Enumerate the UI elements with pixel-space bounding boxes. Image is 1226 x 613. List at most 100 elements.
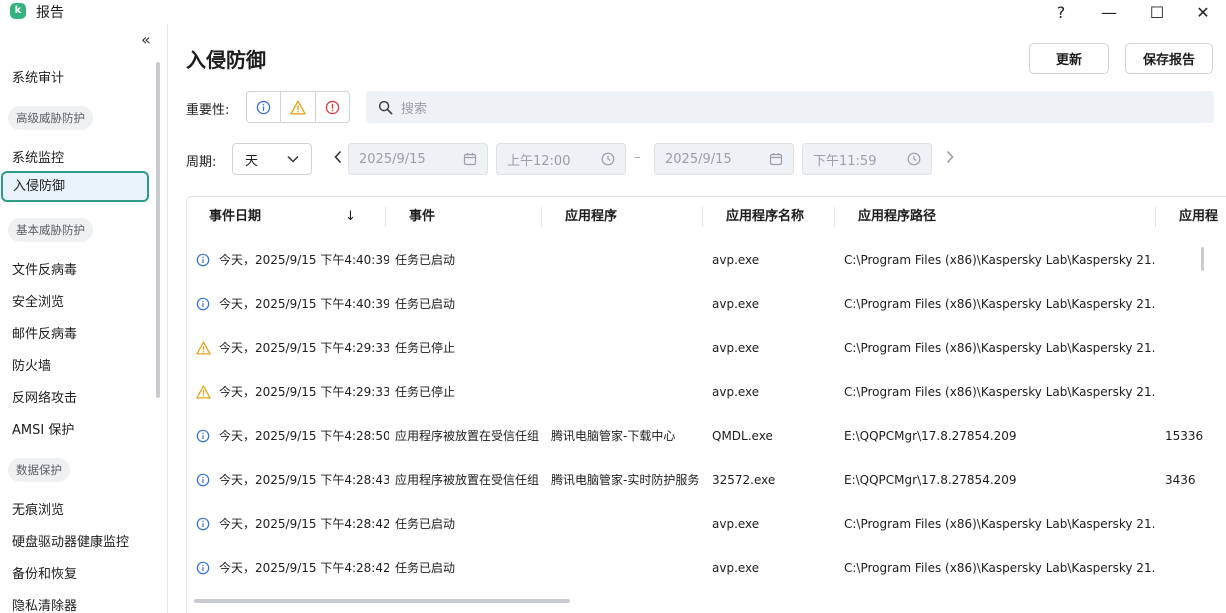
- sidebar-item-system-audit[interactable]: 系统审计: [12, 67, 64, 86]
- sort-descending-icon[interactable]: ↓: [345, 197, 356, 237]
- sidebar-group-data-protection: 数据保护: [8, 458, 70, 482]
- sidebar-item-firewall[interactable]: 防火墙: [12, 355, 51, 374]
- cell-application: [551, 370, 707, 414]
- cell-app-extra: [1165, 326, 1225, 370]
- chevron-down-icon: [287, 155, 299, 163]
- events-table: 事件日期 ↓ 事件 应用程序 应用程序名称 应用程序路径 应用程 今天，2025…: [186, 196, 1226, 613]
- cell-app-extra: [1165, 502, 1225, 546]
- time-from-field[interactable]: 上午12:00: [496, 143, 626, 175]
- column-divider[interactable]: [834, 207, 835, 227]
- column-header-app-name[interactable]: 应用程序名称: [726, 197, 804, 237]
- cell-app-name: avp.exe: [712, 385, 760, 399]
- cell-app-name: avp.exe: [712, 253, 760, 267]
- sidebar-item-backup-restore[interactable]: 备份和恢复: [12, 563, 77, 582]
- cell-app-name: avp.exe: [712, 297, 760, 311]
- cell-application: [551, 238, 707, 282]
- column-divider[interactable]: [541, 207, 542, 227]
- warning-icon: [196, 341, 211, 355]
- cell-event-date: 今天，2025/9/15 下午4:29:33: [219, 385, 389, 399]
- column-divider[interactable]: [1155, 207, 1156, 227]
- cell-event-date: 今天，2025/9/15 下午4:28:42: [219, 517, 389, 531]
- table-row[interactable]: 今天，2025/9/15 下午4:40:39 任务已启动 avp.exe C:\Pro…: [187, 238, 1226, 282]
- sidebar-item-safe-browsing[interactable]: 安全浏览: [12, 291, 64, 310]
- time-to-field[interactable]: 下午11:59: [802, 143, 932, 175]
- importance-filter: [246, 91, 350, 123]
- info-icon: [196, 517, 210, 531]
- cell-event: 任务已停止: [395, 341, 456, 355]
- sidebar-item-mail-antivirus[interactable]: 邮件反病毒: [12, 323, 77, 342]
- table-row[interactable]: 今天，2025/9/15 下午4:40:39 任务已启动 avp.exe C:\Pro…: [187, 282, 1226, 326]
- cell-application: 腾讯电脑管家-实时防护服务: [551, 473, 700, 487]
- chevron-right-icon: [946, 150, 954, 164]
- sidebar-item-privacy-cleaner[interactable]: 隐私清除器: [12, 595, 77, 613]
- table-vertical-scrollbar[interactable]: [1201, 247, 1204, 271]
- sidebar-item-file-antivirus[interactable]: 文件反病毒: [12, 259, 77, 278]
- sidebar-item-intrusion-prevention[interactable]: 入侵防御: [1, 171, 149, 202]
- sidebar-item-amsi[interactable]: AMSI 保护: [12, 419, 74, 438]
- previous-period-button[interactable]: [333, 150, 343, 168]
- cell-application: [551, 326, 707, 370]
- column-header-application[interactable]: 应用程序: [565, 197, 617, 237]
- table-row[interactable]: 今天，2025/9/15 下午4:29:33 任务已停止 avp.exe C:\Pro…: [187, 326, 1226, 370]
- time-from-value: 上午12:00: [507, 153, 571, 169]
- cell-event: 任务已启动: [395, 253, 456, 267]
- calendar-icon: [463, 153, 477, 166]
- minimize-button[interactable]: —: [1086, 0, 1132, 24]
- column-header-event-date[interactable]: 事件日期: [209, 197, 261, 237]
- importance-info-toggle[interactable]: [247, 92, 282, 122]
- sidebar-scrollbar[interactable]: [156, 62, 160, 398]
- cell-event: 任务已启动: [395, 297, 456, 311]
- cell-application: [551, 546, 707, 590]
- cell-app-extra: [1165, 370, 1225, 414]
- table-row[interactable]: 今天，2025/9/15 下午4:28:42 任务已启动 avp.exe C:\Pro…: [187, 502, 1226, 546]
- app-logo-icon: k: [10, 3, 26, 19]
- close-button[interactable]: ✕: [1180, 0, 1226, 24]
- update-button[interactable]: 更新: [1029, 43, 1109, 74]
- next-period-button[interactable]: [945, 150, 955, 168]
- cell-app-path: C:\Program Files (x86)\Kaspersky Lab\Kas…: [844, 385, 1156, 399]
- collapse-sidebar-icon[interactable]: «: [141, 30, 151, 49]
- column-header-app-extra[interactable]: 应用程: [1179, 197, 1218, 237]
- column-divider[interactable]: [702, 207, 703, 227]
- cell-app-name: avp.exe: [712, 561, 760, 575]
- search-input[interactable]: 搜索: [366, 91, 1214, 123]
- date-to-value: 2025/9/15: [665, 151, 732, 167]
- cell-app-extra: [1165, 546, 1225, 590]
- help-button[interactable]: ?: [1038, 0, 1084, 24]
- cell-app-name: avp.exe: [712, 517, 760, 531]
- cell-app-path: C:\Program Files (x86)\Kaspersky Lab\Kas…: [844, 517, 1156, 531]
- column-divider[interactable]: [385, 207, 386, 227]
- cell-app-extra: [1165, 282, 1225, 326]
- maximize-button[interactable]: ☐: [1134, 0, 1180, 24]
- column-header-app-path[interactable]: 应用程序路径: [858, 197, 936, 237]
- cell-app-path: C:\Program Files (x86)\Kaspersky Lab\Kas…: [844, 253, 1156, 267]
- date-to-field[interactable]: 2025/9/15: [654, 143, 794, 175]
- period-select[interactable]: 天: [232, 143, 312, 175]
- info-icon: [256, 100, 271, 114]
- table-row[interactable]: 今天，2025/9/15 下午4:28:43 应用程序被放置在受信任组 腾讯电脑管家…: [187, 458, 1226, 502]
- column-header-event[interactable]: 事件: [409, 197, 435, 237]
- cell-app-name: QMDL.exe: [712, 429, 773, 443]
- date-from-value: 2025/9/15: [359, 151, 426, 167]
- table-row[interactable]: 今天，2025/9/15 下午4:28:42 任务已启动 avp.exe C:\Pro…: [187, 546, 1226, 590]
- info-icon: [196, 253, 210, 267]
- search-icon: [378, 100, 393, 114]
- cell-application: 腾讯电脑管家-下载中心: [551, 429, 676, 443]
- table-row[interactable]: 今天，2025/9/15 下午4:29:33 任务已停止 avp.exe C:\Pro…: [187, 370, 1226, 414]
- cell-event-date: 今天，2025/9/15 下午4:28:50: [219, 429, 389, 443]
- cell-application: [551, 282, 707, 326]
- sidebar-item-network-attack[interactable]: 反网络攻击: [12, 387, 77, 406]
- cell-event: 任务已停止: [395, 385, 456, 399]
- sidebar: « 系统审计 高级威胁防护 系统监控 入侵防御 基本威胁防护 文件反病毒 安全浏…: [0, 24, 168, 613]
- sidebar-item-private-browsing[interactable]: 无痕浏览: [12, 499, 64, 518]
- date-from-field[interactable]: 2025/9/15: [348, 143, 488, 175]
- cell-app-path: C:\Program Files (x86)\Kaspersky Lab\Kas…: [844, 561, 1156, 575]
- table-row[interactable]: 今天，2025/9/15 下午4:28:50 应用程序被放置在受信任组 腾讯电脑管家…: [187, 414, 1226, 458]
- importance-critical-toggle[interactable]: [316, 92, 349, 122]
- sidebar-item-system-monitor[interactable]: 系统监控: [12, 147, 64, 166]
- save-report-button[interactable]: 保存报告: [1125, 43, 1213, 74]
- table-horizontal-scrollbar[interactable]: [194, 599, 570, 603]
- cell-event-date: 今天，2025/9/15 下午4:40:39: [219, 297, 389, 311]
- importance-warning-toggle[interactable]: [281, 92, 316, 122]
- sidebar-item-disk-health[interactable]: 硬盘驱动器健康监控: [12, 531, 129, 550]
